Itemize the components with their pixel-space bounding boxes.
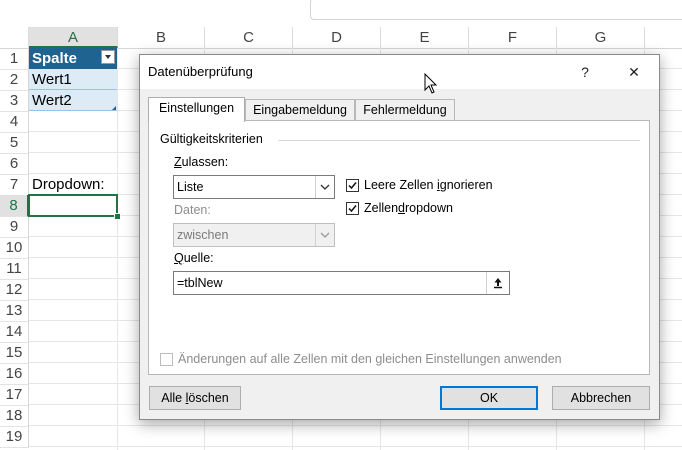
column-header-e[interactable]: E [381, 27, 469, 48]
filter-dropdown-icon[interactable] [101, 50, 115, 64]
source-value: =tblNew [177, 276, 223, 290]
cancel-button[interactable]: Abbrechen [552, 386, 650, 410]
tab-eingabemeldung[interactable]: Eingabemeldung [245, 99, 355, 120]
dialog-titlebar[interactable]: Datenüberprüfung ? ✕ [140, 55, 659, 89]
data-select: zwischen [173, 223, 335, 247]
row-header-5[interactable]: 5 [0, 132, 29, 154]
source-label: Quelle: [174, 251, 214, 265]
allow-value: Liste [177, 180, 204, 194]
table-row[interactable]: Wert2 [29, 90, 117, 111]
settings-panel: Gültigkeitskriterien Zulassen: Liste Dat… [148, 120, 650, 375]
fill-handle[interactable] [114, 213, 121, 220]
chevron-down-icon[interactable] [315, 176, 334, 198]
allow-select[interactable]: Liste [173, 175, 335, 199]
table-header-cell[interactable]: Spalte [29, 48, 117, 69]
row-header-18[interactable]: 18 [0, 405, 29, 427]
help-button[interactable]: ? [565, 59, 605, 85]
row-header-12[interactable]: 12 [0, 279, 29, 301]
column-header-c[interactable]: C [205, 27, 293, 48]
row-header-2[interactable]: 2 [0, 69, 29, 91]
tab-fehlermeldung[interactable]: Fehlermeldung [355, 99, 455, 120]
row-header-17[interactable]: 17 [0, 384, 29, 406]
row-header-14[interactable]: 14 [0, 321, 29, 343]
ignore-blank-checkbox[interactable] [346, 179, 359, 192]
select-all-corner[interactable] [0, 27, 29, 48]
data-validation-dialog: Datenüberprüfung ? ✕ Einstellungen Einga… [139, 54, 660, 420]
dialog-title: Datenüberprüfung [148, 64, 253, 79]
row-header-7[interactable]: 7 [0, 174, 29, 196]
allow-label: Zulassen: [174, 155, 229, 169]
row-header-6[interactable]: 6 [0, 153, 29, 175]
column-header-a[interactable]: A [29, 27, 118, 48]
row-header-9[interactable]: 9 [0, 216, 29, 238]
in-cell-dropdown-label[interactable]: Zellendropdown [364, 201, 453, 215]
mouse-cursor-icon [424, 73, 438, 94]
close-button[interactable]: ✕ [614, 59, 654, 85]
source-input[interactable]: =tblNew [173, 271, 510, 295]
row-header-4[interactable]: 4 [0, 111, 29, 133]
data-value: zwischen [177, 228, 229, 242]
row-header-13[interactable]: 13 [0, 300, 29, 322]
group-title: Gültigkeitskriterien [160, 132, 263, 146]
row-header-3[interactable]: 3 [0, 90, 29, 112]
selected-cell-a8[interactable] [28, 194, 118, 217]
row-header-10[interactable]: 10 [0, 237, 29, 259]
chevron-down-icon [315, 224, 334, 246]
clear-all-button[interactable]: Alle löschen [149, 386, 241, 410]
column-header-row: A B C D E F G [0, 27, 682, 49]
column-header-g[interactable]: G [557, 27, 645, 48]
column-header-f[interactable]: F [469, 27, 557, 48]
row-header-1[interactable]: 1 [0, 48, 29, 70]
tab-einstellungen[interactable]: Einstellungen [148, 97, 245, 122]
in-cell-dropdown-checkbox[interactable] [346, 202, 359, 215]
ok-button[interactable]: OK [440, 386, 538, 410]
column-header-d[interactable]: D [293, 27, 381, 48]
apply-all-label: Änderungen auf alle Zellen mit den gleic… [178, 352, 562, 366]
table-resize-handle[interactable] [112, 106, 116, 110]
row-header-11[interactable]: 11 [0, 258, 29, 280]
row-header-19[interactable]: 19 [0, 426, 29, 448]
ignore-blank-label[interactable]: Leere Zellen ignorieren [364, 178, 493, 192]
table-row[interactable]: Wert1 [29, 69, 117, 90]
table-header-label: Spalte [32, 50, 78, 67]
data-label: Daten: [174, 203, 211, 217]
range-select-icon[interactable] [486, 272, 509, 294]
formula-area-edge [310, 0, 682, 20]
row-header-16[interactable]: 16 [0, 363, 29, 385]
dropdown-label-cell[interactable]: Dropdown: [29, 174, 139, 195]
row-header-8[interactable]: 8 [0, 195, 29, 217]
apply-all-checkbox[interactable] [160, 353, 173, 366]
row-header-15[interactable]: 15 [0, 342, 29, 364]
column-header-b[interactable]: B [118, 27, 205, 48]
